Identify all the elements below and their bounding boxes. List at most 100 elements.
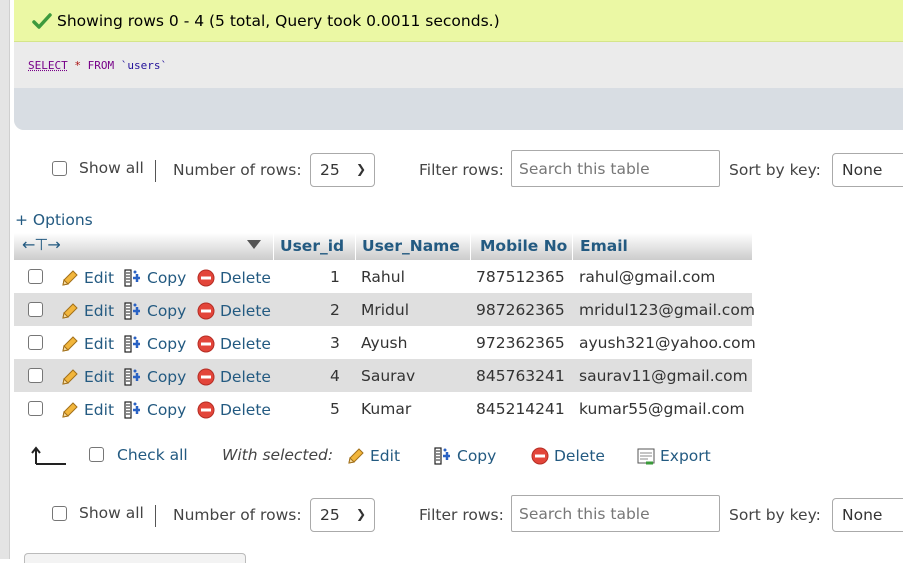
- row-edit-label: Edit: [84, 401, 115, 419]
- show-all-checkbox[interactable]: [52, 160, 67, 176]
- row-copy-button[interactable]: Copy: [123, 301, 186, 321]
- chevron-down-icon: ❯: [355, 162, 366, 176]
- delete-icon: [197, 401, 215, 419]
- cell-user-id: 3: [330, 334, 340, 352]
- pencil-icon: [62, 336, 78, 352]
- row-edit-button[interactable]: Edit: [60, 301, 114, 321]
- with-selected-copy-button[interactable]: Copy: [433, 446, 496, 466]
- copy-icon: [124, 401, 140, 419]
- cell-user-name: Ayush: [361, 334, 408, 352]
- show-all-label: Show all: [79, 159, 144, 177]
- with-selected-edit-button[interactable]: Edit: [346, 446, 400, 466]
- number-of-rows-select-bottom[interactable]: 25 ❯: [310, 498, 375, 532]
- filter-rows-label: Filter rows:: [419, 161, 504, 179]
- cell-mobile-no: 845214241: [476, 400, 565, 418]
- pencil-icon: [348, 448, 364, 464]
- sort-by-key-value: None: [842, 161, 883, 179]
- copy-icon: [434, 447, 450, 465]
- sort-by-key-select-bottom[interactable]: None: [832, 498, 903, 532]
- cell-user-id: 1: [330, 268, 340, 286]
- query-results-operations-panel: [24, 553, 246, 563]
- sql-actions-bar: [14, 88, 903, 130]
- column-resize-arrows-icon[interactable]: ←⊤→: [22, 235, 61, 254]
- row-edit-button[interactable]: Edit: [60, 367, 114, 387]
- results-table: ←⊤→ User_id User_Name Mobile No Email Ed…: [14, 233, 756, 425]
- row-checkbox[interactable]: [28, 335, 43, 350]
- row-delete-label: Delete: [220, 401, 271, 419]
- row-copy-button[interactable]: Copy: [123, 268, 186, 288]
- check-all-checkbox[interactable]: [89, 447, 104, 462]
- sort-by-key-label-bottom: Sort by key:: [729, 506, 821, 524]
- row-copy-button[interactable]: Copy: [123, 367, 186, 387]
- cell-user-name: Rahul: [361, 268, 405, 286]
- number-of-rows-select[interactable]: 25 ❯: [310, 153, 375, 187]
- search-input[interactable]: [511, 150, 720, 187]
- row-delete-button[interactable]: Delete: [196, 334, 271, 354]
- sql-query-box: SELECT * FROM `users`: [14, 42, 903, 130]
- column-header-user-id[interactable]: User_id: [280, 237, 344, 255]
- sql-table-name: `users`: [120, 59, 168, 72]
- pencil-icon: [62, 402, 78, 418]
- sort-by-key-select[interactable]: None: [832, 153, 903, 187]
- with-selected-bar: Check all With selected: Edit Copy Delet…: [0, 440, 903, 470]
- cell-email: rahul@gmail.com: [579, 268, 716, 286]
- cell-user-id: 2: [330, 301, 340, 319]
- column-header-email[interactable]: Email: [580, 237, 628, 255]
- show-all-checkbox-bottom[interactable]: [52, 505, 67, 521]
- cell-mobile-no: 845763241: [476, 367, 565, 385]
- row-delete-button[interactable]: Delete: [196, 268, 271, 288]
- row-edit-button[interactable]: Edit: [60, 334, 114, 354]
- turn-arrow-icon: [31, 446, 66, 465]
- sort-dropdown-icon[interactable]: [247, 240, 261, 249]
- show-all-control[interactable]: Show all: [52, 159, 144, 177]
- with-selected-export-button[interactable]: Export: [636, 446, 711, 466]
- sql-keyword-select[interactable]: SELECT: [28, 59, 68, 72]
- cell-user-id: 5: [330, 400, 340, 418]
- number-of-rows-value-bottom: 25: [320, 506, 340, 524]
- delete-icon: [197, 368, 215, 386]
- check-all-link[interactable]: Check all: [117, 446, 188, 464]
- pencil-icon: [62, 270, 78, 286]
- row-copy-button[interactable]: Copy: [123, 334, 186, 354]
- row-delete-label: Delete: [220, 335, 271, 353]
- header-divider: [572, 233, 573, 260]
- table-navigation-bottom: Show all Number of rows: 25 ❯ Filter row…: [0, 495, 903, 535]
- with-selected-delete-label: Delete: [554, 447, 605, 465]
- cell-user-name: Kumar: [361, 400, 412, 418]
- row-edit-button[interactable]: Edit: [60, 268, 114, 288]
- success-message: Showing rows 0 - 4 (5 total, Query took …: [14, 0, 903, 42]
- options-link[interactable]: + Options: [15, 211, 93, 229]
- row-copy-label: Copy: [147, 302, 187, 320]
- with-selected-delete-button[interactable]: Delete: [530, 446, 605, 466]
- export-icon: [637, 448, 655, 465]
- row-delete-button[interactable]: Delete: [196, 400, 271, 420]
- row-checkbox[interactable]: [28, 302, 43, 317]
- left-panel-edge: [0, 0, 10, 559]
- sort-by-key-label: Sort by key:: [729, 161, 821, 179]
- table-body: Edit Copy Delete 1 Rahul 787512365 rahul@gmail…: [14, 260, 756, 425]
- row-checkbox[interactable]: [28, 401, 43, 416]
- with-selected-edit-label: Edit: [370, 447, 401, 465]
- cell-user-name: Mridul: [361, 301, 410, 319]
- cell-user-id: 4: [330, 367, 340, 385]
- column-header-user-name[interactable]: User_Name: [362, 237, 460, 255]
- row-delete-label: Delete: [220, 302, 271, 320]
- header-divider: [470, 233, 471, 260]
- row-delete-button[interactable]: Delete: [196, 301, 271, 321]
- row-checkbox[interactable]: [28, 269, 43, 284]
- table-navigation-top: Show all Number of rows: 25 ❯ Filter row…: [0, 150, 903, 190]
- table-row: Edit Copy Delete 3 Ayush 972362365 ayush321@ya…: [14, 326, 756, 359]
- row-delete-button[interactable]: Delete: [196, 367, 271, 387]
- show-all-control-bottom[interactable]: Show all: [52, 504, 144, 522]
- row-edit-button[interactable]: Edit: [60, 400, 114, 420]
- row-checkbox[interactable]: [28, 368, 43, 383]
- table-row: Edit Copy Delete 4 Saurav 845763241 saurav11@g…: [14, 359, 752, 392]
- filter-rows-label-bottom: Filter rows:: [419, 506, 504, 524]
- copy-icon: [124, 269, 140, 287]
- column-header-mobile-no[interactable]: Mobile No: [480, 237, 567, 255]
- search-input-bottom[interactable]: [511, 495, 720, 532]
- delete-icon: [531, 447, 549, 465]
- cell-mobile-no: 787512365: [476, 268, 565, 286]
- row-copy-button[interactable]: Copy: [123, 400, 186, 420]
- copy-icon: [124, 368, 140, 386]
